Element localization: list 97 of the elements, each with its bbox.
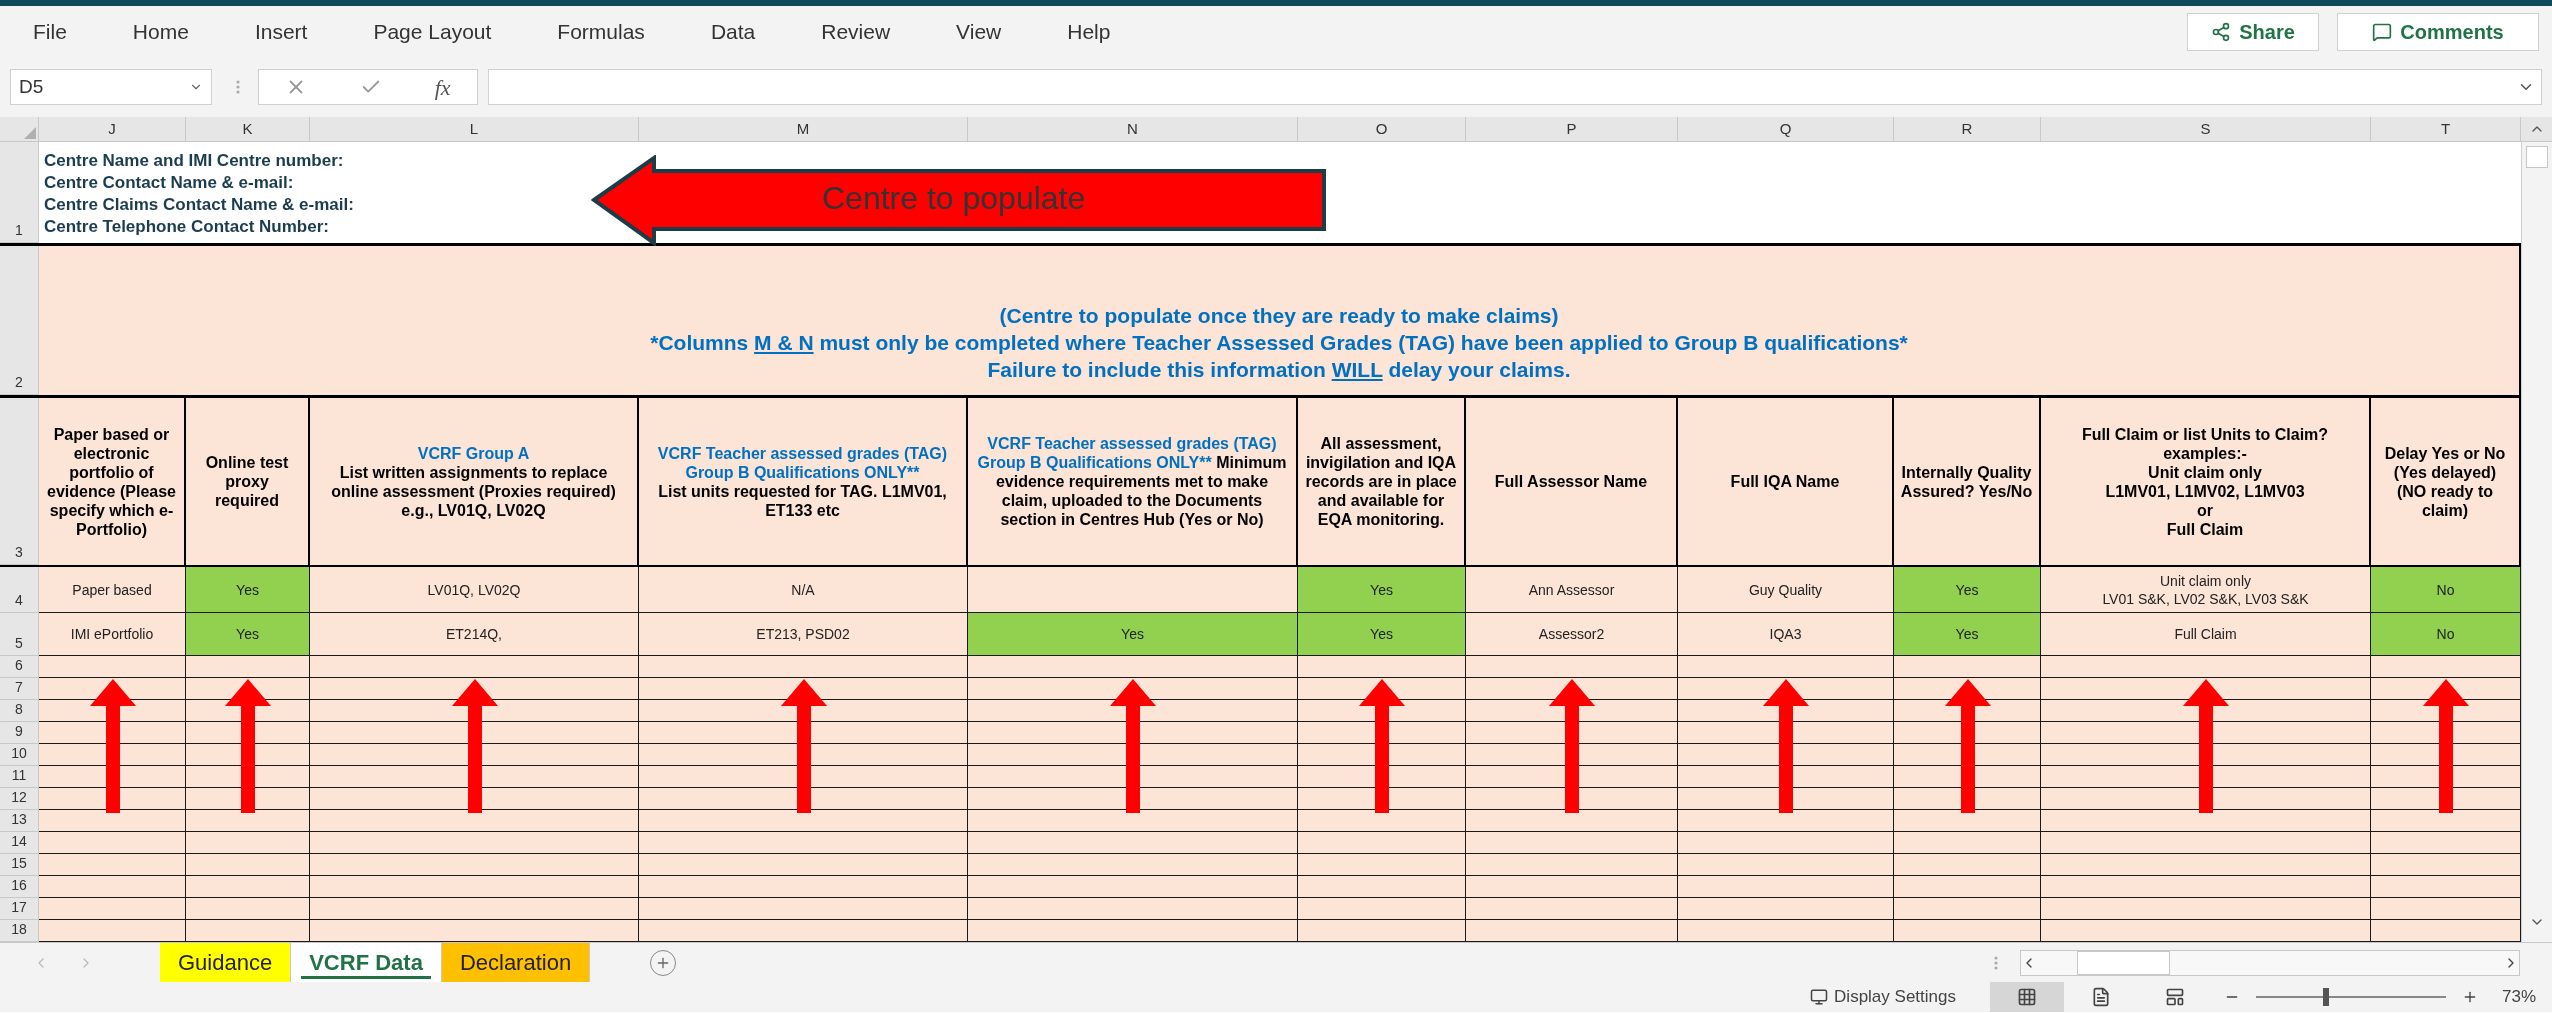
row-number[interactable]: 14 [0,832,39,854]
vertical-scrollbar[interactable] [2521,142,2552,942]
table-cell: Yes [186,613,310,656]
instructions-text: (Centre to populate once they are ready to make claims) *Columns M & N must only be completed where Teacher Assessed Grades (TAG) have been applied to Group B qualifications* Failure to include this information WILL delay your claims. [650,303,1908,383]
column-heading: Full Claim or list Units to Claim? examples:- Unit claim only L1MV01, L1MV02, L1MV03 or Full Claim [2081,424,2329,539]
table-cell: Ann Assessor [1466,567,1678,613]
table-cell: Yes [1298,567,1466,613]
table-cell: Yes [1894,567,2041,613]
menu-item[interactable]: Insert [254,15,308,48]
comments-button[interactable]: Comments [2337,12,2539,51]
row-number[interactable]: 9 [0,722,39,744]
zoom-slider-thumb[interactable] [2323,988,2330,1006]
row-number[interactable]: 6 [0,656,39,678]
table-cell: Guy Quality [1678,567,1894,613]
normal-view-button[interactable] [1989,982,2064,1012]
row-number[interactable]: 8 [0,700,39,722]
name-box[interactable]: D5 [10,69,212,105]
table-cell: No [2371,613,2521,656]
column-heading: VCRF Teacher assessed grades (TAG) Group B Qualifications ONLY** Minimum evidence requirements met to make claim, uploaded to the Documents section in Centres Hub (Yes or No) [976,434,1288,529]
column-header[interactable]: Q [1678,117,1894,141]
column-header[interactable]: J [39,117,186,141]
row-number[interactable]: 2 [0,246,39,395]
table-cell: ET213, PSD02 [639,613,968,656]
horizontal-scrollbar[interactable] [2020,949,2520,976]
table-cell: IQA3 [1678,613,1894,656]
column-header[interactable]: T [2371,117,2521,141]
table-cell: Yes [186,567,310,613]
column-heading: Full IQA Name [1730,472,1840,491]
row-number[interactable]: 13 [0,810,39,832]
scroll-thumb[interactable] [2077,950,2170,975]
menu-item[interactable]: View [956,15,1002,48]
table-cell: IMI ePortfolio [39,613,186,656]
column-header[interactable]: O [1298,117,1466,141]
display-settings-button[interactable]: Display Settings [1834,984,1956,1010]
column-header[interactable]: L [310,117,639,141]
menu-item[interactable]: Help [1067,15,1111,48]
row-number[interactable]: 12 [0,788,39,810]
table-cell: Yes [968,613,1298,656]
table-cell: Yes [1298,613,1466,656]
column-heading: VCRF Group A List written assignments to replace online assessment (Proxies required) e.g., LV01Q, LV02Q [330,443,617,520]
select-all-icon [24,127,36,139]
table-cell: Paper based [39,567,186,613]
column-heading: Paper based or electronic portfolio of evidence (Please specify which e-Portfolio) [46,424,177,539]
menu-item[interactable]: Formulas [557,15,645,48]
menu-item[interactable]: Data [710,15,756,48]
more-icon [1994,955,1998,970]
share-button[interactable]: Share [2187,12,2319,51]
row-number[interactable]: 16 [0,876,39,898]
sheet-tab[interactable]: VCRF Data [291,943,442,982]
arrow-label: Centre to populate [822,180,1086,216]
zoom-level[interactable]: 73% [2501,984,2536,1010]
scroll-thumb[interactable] [2526,146,2548,168]
page-break-icon [2164,987,2185,1007]
table-cell: LV01Q, LV02Q [310,567,639,613]
cell-reference: D5 [19,74,44,99]
row-number[interactable]: 3 [0,398,39,565]
more-icon [236,80,240,94]
column-heading: Delay Yes or No (Yes delayed) (NO ready to claim) [2383,443,2507,520]
grid-icon [2016,987,2037,1007]
row-number[interactable]: 17 [0,898,39,920]
table-cell: Yes [1894,613,2041,656]
column-heading: Internally Quality Assured? Yes/No [1900,462,2033,501]
row-number[interactable]: 7 [0,678,39,700]
table-cell: ET214Q, [310,613,639,656]
table-cell: Assessor2 [1466,613,1678,656]
column-heading: Online test proxy required [204,453,290,510]
sheet-tab[interactable]: Guidance [160,943,292,982]
column-header[interactable]: M [639,117,968,141]
formula-input[interactable] [488,69,2542,105]
column-header[interactable]: S [2041,117,2371,141]
column-heading: All assessment, invigilation and IQA records are in place and available for EQA monitoring. [1304,434,1458,529]
row-number[interactable]: 4 [0,567,39,613]
row-number[interactable]: 1 [0,142,39,243]
menu-item[interactable]: Review [821,15,891,48]
share-icon [2211,21,2232,42]
row-number[interactable]: 15 [0,854,39,876]
display-settings-icon [1810,988,1829,1006]
column-header[interactable]: K [186,117,310,141]
row-number[interactable]: 18 [0,920,39,942]
menu-item[interactable]: Home [132,15,189,48]
column-header[interactable]: R [1894,117,2041,141]
menu-item[interactable]: Page Layout [373,15,492,48]
column-header[interactable]: P [1466,117,1678,141]
column-heading: VCRF Teacher assessed grades (TAG) Group B Qualifications ONLY** List units requested for TAG. L1MV01, ET133 etc [656,443,949,520]
insert-function-button[interactable]: fx [434,70,451,104]
row-number[interactable]: 11 [0,766,39,788]
comment-icon [2372,21,2393,42]
table-cell: N/A [639,567,968,613]
table-cell: Full Claim [2041,613,2371,656]
table-cell: Unit claim only LV01 S&K, LV02 S&K, LV03 S&K [2041,567,2371,613]
row-number[interactable]: 5 [0,613,39,656]
sheet-tab[interactable]: Declaration [441,943,591,982]
column-heading: Full Assessor Name [1494,472,1648,491]
row-number[interactable]: 10 [0,744,39,766]
table-cell: No [2371,567,2521,613]
menu-item[interactable]: File [33,15,67,48]
column-header[interactable]: N [968,117,1298,141]
